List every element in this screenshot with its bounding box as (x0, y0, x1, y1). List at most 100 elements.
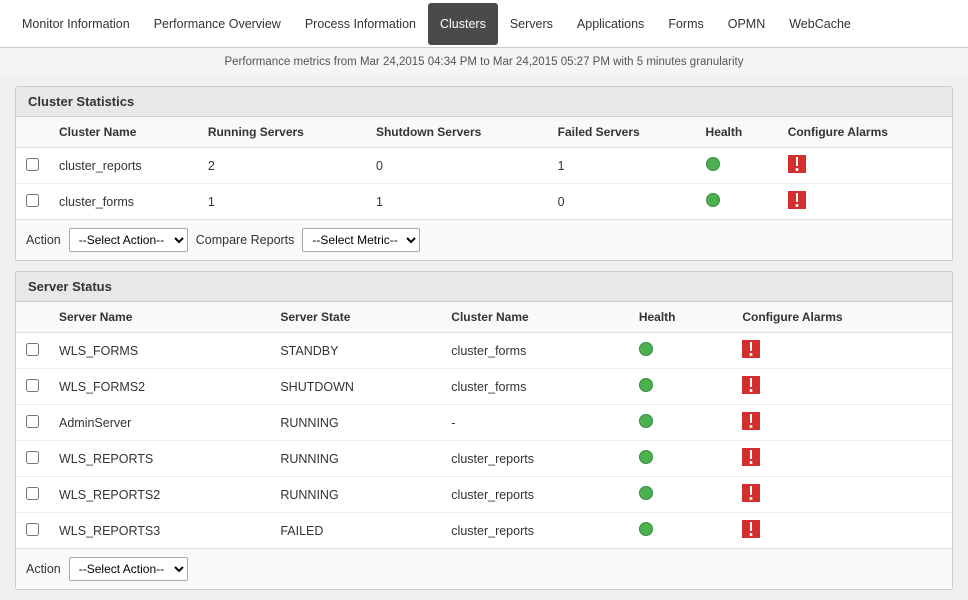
alarm-icon[interactable] (742, 376, 760, 394)
server-table-row: WLS_FORMS2 SHUTDOWN cluster_forms (16, 369, 952, 405)
server-checkbox-0[interactable] (26, 343, 39, 356)
cluster-action-label: Action (26, 233, 61, 247)
server-action-select[interactable]: --Select Action-- (69, 557, 188, 581)
server-row-cluster: cluster_reports (441, 477, 629, 513)
server-table-row: AdminServer RUNNING - (16, 405, 952, 441)
server-row-name: WLS_FORMS (49, 333, 270, 369)
server-row-health (629, 441, 733, 477)
cluster-checkbox-0[interactable] (26, 158, 39, 171)
nav-item-webcache[interactable]: WebCache (777, 3, 863, 45)
cluster-checkbox-1[interactable] (26, 194, 39, 207)
cluster-table: Cluster Name Running Servers Shutdown Se… (16, 117, 952, 219)
nav-item-performance-overview[interactable]: Performance Overview (142, 3, 293, 45)
health-indicator (706, 157, 720, 171)
server-row-cluster: cluster_reports (441, 513, 629, 549)
server-table: Server Name Server State Cluster Name He… (16, 302, 952, 548)
cluster-row-health (696, 148, 778, 184)
server-row-checkbox (16, 369, 49, 405)
cluster-row-checkbox (16, 148, 49, 184)
cluster-action-select[interactable]: --Select Action-- (69, 228, 188, 252)
server-table-header: Server Name Server State Cluster Name He… (16, 302, 952, 333)
health-indicator (639, 522, 653, 536)
server-row-name: WLS_REPORTS2 (49, 477, 270, 513)
server-row-health (629, 513, 733, 549)
nav-item-monitor-information[interactable]: Monitor Information (10, 3, 142, 45)
subtitle-text: Performance metrics from Mar 24,2015 04:… (224, 56, 743, 68)
nav-item-process-information[interactable]: Process Information (293, 3, 428, 45)
server-row-state: FAILED (270, 513, 441, 549)
server-row-state: STANDBY (270, 333, 441, 369)
cluster-row-name: cluster_reports (49, 148, 198, 184)
cluster-row-name: cluster_forms (49, 184, 198, 220)
server-table-row: WLS_REPORTS2 RUNNING cluster_reports (16, 477, 952, 513)
cluster-action-bar: Action --Select Action-- Compare Reports… (16, 219, 952, 260)
alarm-icon[interactable] (742, 340, 760, 358)
server-checkbox-1[interactable] (26, 379, 39, 392)
server-row-checkbox (16, 513, 49, 549)
cluster-row-failed: 1 (548, 148, 696, 184)
health-indicator (639, 342, 653, 356)
cluster-row-failed: 0 (548, 184, 696, 220)
cluster-section-title: Cluster Statistics (16, 87, 952, 117)
nav-item-forms[interactable]: Forms (656, 3, 715, 45)
alarm-icon[interactable] (742, 448, 760, 466)
server-table-row: WLS_FORMS STANDBY cluster_forms (16, 333, 952, 369)
cluster-section: Cluster Statistics Cluster Name Running … (15, 86, 953, 261)
cluster-col-name: Cluster Name (49, 117, 198, 148)
server-row-cluster: - (441, 405, 629, 441)
nav-item-opmn[interactable]: OPMN (716, 3, 778, 45)
cluster-row-shutdown: 1 (366, 184, 548, 220)
server-row-health (629, 333, 733, 369)
server-row-cluster: cluster_forms (441, 369, 629, 405)
nav-item-clusters[interactable]: Clusters (428, 3, 498, 45)
server-checkbox-2[interactable] (26, 415, 39, 428)
server-header-checkbox (16, 302, 49, 333)
cluster-col-shutdown: Shutdown Servers (366, 117, 548, 148)
server-col-health: Health (629, 302, 733, 333)
alarm-icon[interactable] (788, 191, 806, 209)
server-section: Server Status Server Name Server State C… (15, 271, 953, 590)
server-row-checkbox (16, 405, 49, 441)
server-row-name: WLS_REPORTS (49, 441, 270, 477)
server-row-state: SHUTDOWN (270, 369, 441, 405)
server-row-checkbox (16, 441, 49, 477)
server-row-state: RUNNING (270, 405, 441, 441)
cluster-col-health: Health (696, 117, 778, 148)
server-checkbox-5[interactable] (26, 523, 39, 536)
server-row-name: WLS_FORMS2 (49, 369, 270, 405)
subtitle-bar: Performance metrics from Mar 24,2015 04:… (0, 48, 968, 76)
nav-item-applications[interactable]: Applications (565, 3, 656, 45)
health-indicator (706, 193, 720, 207)
cluster-col-failed: Failed Servers (548, 117, 696, 148)
health-indicator (639, 450, 653, 464)
server-table-row: WLS_REPORTS3 FAILED cluster_reports (16, 513, 952, 549)
cluster-row-running: 2 (198, 148, 366, 184)
cluster-col-alarms: Configure Alarms (778, 117, 952, 148)
alarm-icon[interactable] (742, 520, 760, 538)
server-checkbox-3[interactable] (26, 451, 39, 464)
alarm-icon[interactable] (742, 412, 760, 430)
server-checkbox-4[interactable] (26, 487, 39, 500)
server-action-label: Action (26, 562, 61, 576)
cluster-row-running: 1 (198, 184, 366, 220)
alarm-icon[interactable] (788, 155, 806, 173)
server-col-cluster: Cluster Name (441, 302, 629, 333)
nav-item-servers[interactable]: Servers (498, 3, 565, 45)
server-col-alarms: Configure Alarms (732, 302, 952, 333)
server-row-health (629, 369, 733, 405)
health-indicator (639, 414, 653, 428)
server-row-alarms (732, 441, 952, 477)
server-row-alarms (732, 405, 952, 441)
server-row-alarms (732, 513, 952, 549)
cluster-row-alarms (778, 148, 952, 184)
server-row-state: RUNNING (270, 441, 441, 477)
alarm-icon[interactable] (742, 484, 760, 502)
server-row-checkbox (16, 477, 49, 513)
cluster-row-alarms (778, 184, 952, 220)
server-row-name: AdminServer (49, 405, 270, 441)
main-nav: Monitor InformationPerformance OverviewP… (0, 0, 968, 48)
server-section-title: Server Status (16, 272, 952, 302)
cluster-metric-select[interactable]: --Select Metric-- (302, 228, 420, 252)
server-row-name: WLS_REPORTS3 (49, 513, 270, 549)
server-row-state: RUNNING (270, 477, 441, 513)
